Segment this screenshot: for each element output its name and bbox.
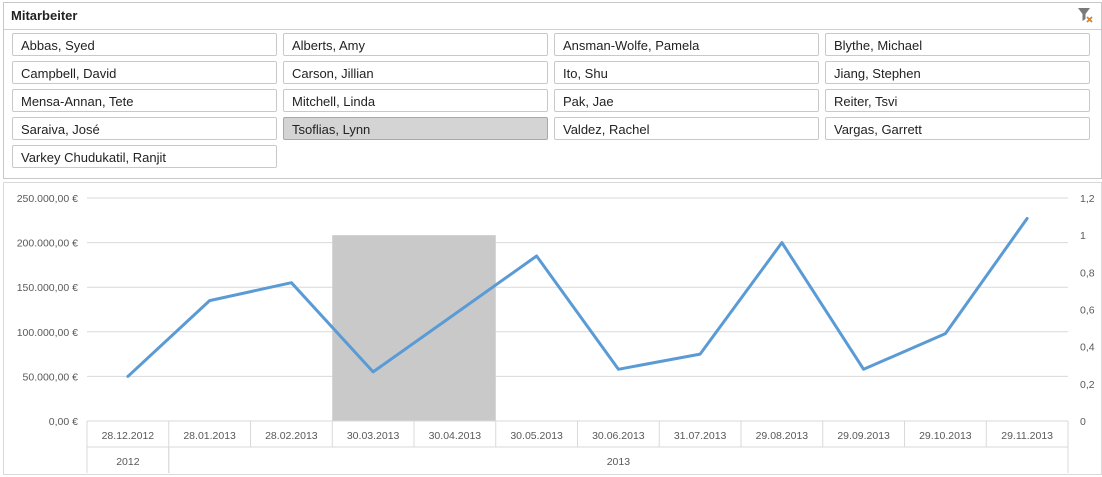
x-tick-label: 29.08.2013	[756, 430, 809, 442]
highlight-bar	[332, 235, 496, 421]
x-tick-label: 29.11.2013	[1001, 430, 1053, 442]
y2-tick-label: 0,4	[1080, 342, 1095, 354]
slicer-item[interactable]: Valdez, Rachel	[554, 117, 819, 140]
slicer-item[interactable]: Ansman-Wolfe, Pamela	[554, 33, 819, 56]
slicer-title: Mitarbeiter	[11, 8, 78, 23]
y-tick-label: 200.000,00 €	[17, 238, 78, 250]
x-tick-label: 30.05.2013	[510, 430, 563, 442]
y2-tick-label: 0,8	[1080, 267, 1095, 279]
slicer-item[interactable]: Tsoflias, Lynn	[283, 117, 548, 140]
slicer-item[interactable]: Reiter, Tsvi	[825, 89, 1090, 112]
x-tick-label: 30.03.2013	[347, 430, 400, 442]
slicer-item[interactable]: Mitchell, Linda	[283, 89, 548, 112]
slicer-item[interactable]: Jiang, Stephen	[825, 61, 1090, 84]
slicer-item[interactable]: Mensa-Annan, Tete	[12, 89, 277, 112]
x-tick-label: 30.06.2013	[592, 430, 645, 442]
slicer-item[interactable]: Blythe, Michael	[825, 33, 1090, 56]
slicer-item[interactable]: Pak, Jae	[554, 89, 819, 112]
y-tick-label: 150.000,00 €	[17, 282, 78, 294]
y2-tick-label: 1,2	[1080, 193, 1095, 205]
y2-tick-label: 0,6	[1080, 305, 1095, 317]
x-tick-label: 28.01.2013	[183, 430, 236, 442]
chart-svg: 0,00 € 50.000,00 € 100.000,00 € 150.000,00 …	[17, 193, 1095, 473]
slicer-header: Mitarbeiter	[4, 3, 1101, 30]
y2-tick-label: 0,2	[1080, 379, 1095, 391]
line-chart: 0,00 € 50.000,00 € 100.000,00 € 150.000,00 …	[3, 182, 1102, 475]
slicer-item[interactable]: Vargas, Garrett	[825, 117, 1090, 140]
y2-tick-label: 0	[1080, 416, 1086, 428]
y-tick-label: 0,00 €	[49, 416, 78, 428]
x-tick-label: 28.02.2013	[265, 430, 318, 442]
y-tick-label: 100.000,00 €	[17, 327, 78, 339]
slicer-item[interactable]: Carson, Jillian	[283, 61, 548, 84]
x-tick-label: 31.07.2013	[674, 430, 727, 442]
y-tick-label: 250.000,00 €	[17, 193, 78, 205]
y-tick-label: 50.000,00 €	[23, 371, 79, 383]
x-tick-label: 29.09.2013	[837, 430, 890, 442]
x-tick-label: 28.12.2012	[102, 430, 155, 442]
year-label: 2012	[116, 456, 140, 468]
employee-slicer: Mitarbeiter Abbas, Syed Alberts, Amy Ansma…	[3, 2, 1102, 179]
year-label: 2013	[607, 456, 631, 468]
x-tick-label: 29.10.2013	[919, 430, 972, 442]
slicer-item[interactable]: Abbas, Syed	[12, 33, 277, 56]
slicer-item[interactable]: Varkey Chudukatil, Ranjit	[12, 145, 277, 168]
slicer-item[interactable]: Ito, Shu	[554, 61, 819, 84]
slicer-item[interactable]: Campbell, David	[12, 61, 277, 84]
y2-tick-label: 1	[1080, 230, 1086, 242]
x-tick-label: 30.04.2013	[429, 430, 482, 442]
slicer-item[interactable]: Saraiva, José	[12, 117, 277, 140]
clear-filter-icon[interactable]	[1076, 6, 1094, 24]
slicer-item[interactable]: Alberts, Amy	[283, 33, 548, 56]
